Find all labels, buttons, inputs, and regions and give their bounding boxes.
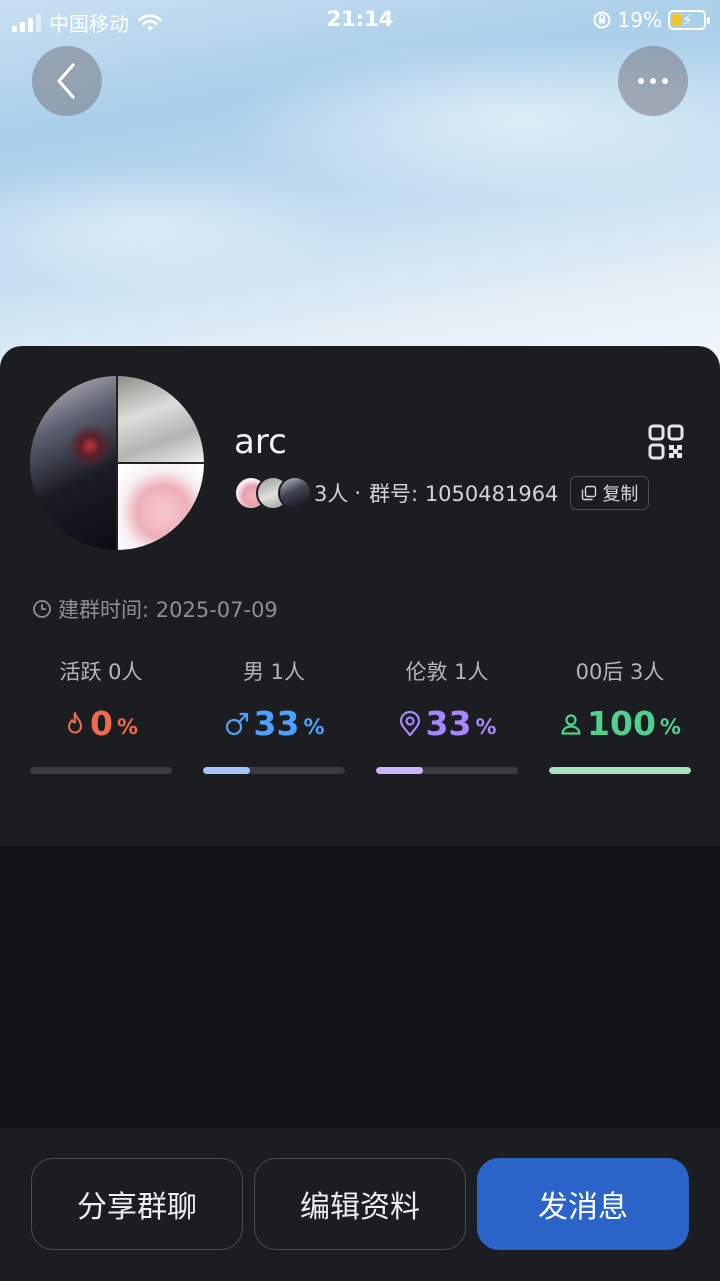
group-number: 群号: 1050481964 bbox=[369, 482, 559, 506]
stat-label: 伦敦 1人 bbox=[405, 660, 489, 684]
stat-value: 0 % bbox=[30, 704, 172, 743]
more-horizontal-icon bbox=[638, 78, 668, 84]
stat-progress-bar bbox=[30, 767, 172, 774]
avatar-tile-3 bbox=[118, 464, 204, 550]
status-bar: 中国移动 21:14 19% ⚡ bbox=[0, 0, 720, 40]
stat-label: 男 1人 bbox=[242, 660, 306, 684]
stat-unit: % bbox=[303, 714, 325, 739]
qr-code-icon[interactable] bbox=[648, 424, 684, 460]
send-message-button[interactable]: 发消息 bbox=[477, 1158, 689, 1250]
copy-group-number-button[interactable]: 复制 bbox=[570, 476, 650, 510]
stat-male[interactable]: 男 1人 33 % bbox=[203, 654, 345, 784]
clock-icon bbox=[33, 600, 51, 618]
male-icon bbox=[225, 712, 248, 735]
group-info-card: arc 3人 · 群号: 1050481964 复制 建群时间: 2025-07… bbox=[0, 346, 720, 846]
battery-icon: ⚡ bbox=[668, 10, 710, 30]
stat-progress-fill bbox=[376, 767, 423, 774]
group-name: arc bbox=[234, 422, 287, 462]
back-button[interactable] bbox=[32, 46, 102, 116]
flame-icon bbox=[67, 711, 82, 733]
stat-value: 33 % bbox=[203, 704, 345, 743]
member-avatar bbox=[278, 476, 312, 510]
stat-number: 0 bbox=[89, 704, 113, 743]
more-button[interactable] bbox=[618, 46, 688, 116]
chevron-left-icon bbox=[57, 63, 75, 99]
stat-unit: % bbox=[116, 714, 138, 739]
group-avatar[interactable] bbox=[30, 376, 204, 550]
location-pin-icon bbox=[399, 710, 420, 736]
stat-label: 活跃 0人 bbox=[59, 660, 143, 684]
created-date-row: 建群时间: 2025-07-09 bbox=[32, 594, 278, 624]
battery-percent: 19% bbox=[617, 8, 662, 32]
stat-age-group[interactable]: 00后 3人 100 % bbox=[549, 654, 691, 784]
copy-label: 复制 bbox=[602, 484, 639, 505]
group-stats: 活跃 0人 0 % 男 1人 33 % 伦敦 1人 33 % 00后 3人 10… bbox=[30, 654, 692, 784]
stat-progress-fill bbox=[203, 767, 250, 774]
stat-value: 100 % bbox=[549, 704, 691, 743]
stat-label: 00后 3人 bbox=[575, 660, 665, 684]
orientation-lock-icon bbox=[593, 11, 611, 29]
avatar-tile-2 bbox=[118, 376, 204, 462]
status-right: 19% ⚡ bbox=[592, 8, 710, 32]
group-cover-banner bbox=[0, 0, 720, 380]
person-icon bbox=[561, 713, 581, 735]
stat-unit: % bbox=[659, 714, 681, 739]
group-meta-row: 3人 · 群号: 1050481964 复制 bbox=[234, 474, 650, 512]
share-group-button[interactable]: 分享群聊 bbox=[31, 1158, 243, 1250]
stat-progress-bar bbox=[549, 767, 691, 774]
stat-number: 100 bbox=[587, 704, 656, 743]
edit-profile-button[interactable]: 编辑资料 bbox=[254, 1158, 466, 1250]
member-count: 3人 bbox=[314, 482, 349, 506]
created-date: 建群时间: 2025-07-09 bbox=[58, 598, 278, 622]
stat-active[interactable]: 活跃 0人 0 % bbox=[30, 654, 172, 784]
avatar-tile-1 bbox=[30, 376, 116, 550]
copy-icon bbox=[582, 485, 597, 501]
stat-progress-bar bbox=[376, 767, 518, 774]
bottom-action-bar: 分享群聊 编辑资料 发消息 bbox=[0, 1128, 720, 1281]
stat-value: 33 % bbox=[376, 704, 518, 743]
stat-progress-bar bbox=[203, 767, 345, 774]
stat-progress-fill bbox=[549, 767, 691, 774]
stat-unit: % bbox=[475, 714, 497, 739]
meta-separator: · bbox=[354, 481, 362, 505]
stat-number: 33 bbox=[425, 704, 472, 743]
stat-number: 33 bbox=[253, 704, 300, 743]
stat-location[interactable]: 伦敦 1人 33 % bbox=[376, 654, 518, 784]
member-avatars[interactable] bbox=[234, 474, 312, 512]
